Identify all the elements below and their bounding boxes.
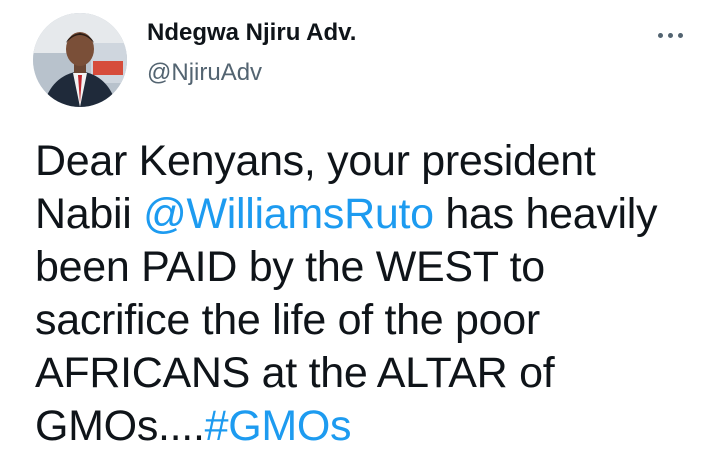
tweet-text-segment: has heavily <box>433 190 658 238</box>
more-options-button[interactable] <box>650 20 690 50</box>
avatar-photo <box>33 13 127 107</box>
tweet-text: Dear Kenyans, your president Nabii @Will… <box>35 135 705 453</box>
tweet-text-segment: GMOs.... <box>35 402 205 450</box>
more-horizontal-icon <box>677 32 683 38</box>
tweet-line: been PAID by the WEST to <box>35 243 545 291</box>
mention-link[interactable]: @WilliamsRuto <box>143 190 434 238</box>
hashtag-link[interactable]: #GMOs <box>205 402 352 450</box>
author-display-name[interactable]: Ndegwa Njiru Adv. <box>147 18 356 48</box>
more-horizontal-icon <box>667 32 673 38</box>
more-horizontal-icon <box>657 32 663 38</box>
tweet-card: Ndegwa Njiru Adv. @NjiruAdv Dear Kenyans… <box>0 0 720 473</box>
tweet-line: AFRICANS at the ALTAR of <box>35 349 555 397</box>
tweet-text-segment: Nabii <box>35 190 144 238</box>
tweet-line: Nabii @WilliamsRuto has heavily <box>35 188 705 241</box>
tweet-line: sacrifice the life of the poor <box>35 296 540 344</box>
author-handle[interactable]: @NjiruAdv <box>147 58 262 88</box>
tweet-line: Dear Kenyans, your president <box>35 137 596 185</box>
tweet-line: GMOs....#GMOs <box>35 400 705 453</box>
author-avatar[interactable] <box>33 13 127 107</box>
